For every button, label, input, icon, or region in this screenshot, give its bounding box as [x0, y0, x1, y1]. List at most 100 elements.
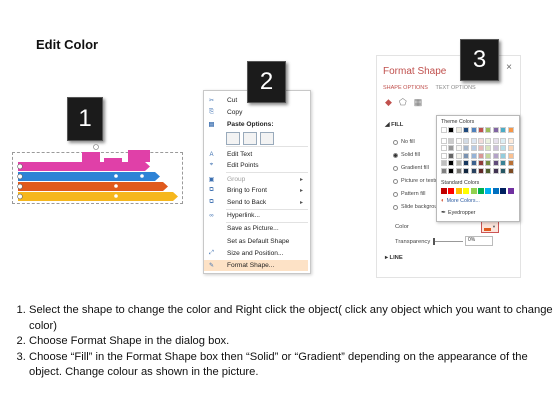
theme-color-swatch[interactable] [441, 127, 447, 133]
standard-color-swatch[interactable] [441, 188, 447, 194]
theme-color-swatch[interactable] [441, 152, 447, 159]
radio-button[interactable] [393, 178, 398, 184]
theme-color-swatch[interactable] [448, 167, 455, 174]
theme-color-swatch[interactable] [478, 137, 484, 144]
theme-color-swatch[interactable] [500, 137, 507, 144]
theme-color-swatch[interactable] [478, 127, 484, 133]
theme-color-swatch[interactable] [448, 145, 455, 151]
rotation-handle[interactable] [93, 144, 99, 150]
theme-color-swatch[interactable] [500, 127, 507, 133]
theme-color-swatch[interactable] [463, 160, 470, 166]
theme-color-swatch[interactable] [470, 152, 477, 159]
standard-color-swatch[interactable] [463, 188, 470, 194]
transparency-input[interactable]: 0% [465, 236, 493, 246]
theme-color-swatch[interactable] [455, 167, 462, 174]
theme-color-swatch[interactable] [492, 167, 499, 174]
radio-button[interactable] [393, 139, 398, 145]
menu-item-edit-text[interactable]: A Edit Text [204, 149, 308, 160]
selection-handle[interactable] [17, 163, 23, 170]
adjust-handle[interactable] [140, 174, 144, 178]
theme-color-swatch[interactable] [485, 145, 492, 151]
arrow-orange[interactable] [18, 182, 168, 191]
paste-text-only-button[interactable] [260, 132, 274, 145]
arrow-yellow[interactable] [18, 192, 178, 201]
theme-color-swatch[interactable] [441, 137, 447, 144]
theme-color-swatch[interactable] [463, 137, 470, 144]
close-icon[interactable]: × [506, 62, 512, 73]
standard-color-swatch[interactable] [500, 188, 507, 194]
arrow-tab-segment[interactable] [128, 150, 150, 162]
standard-color-swatch[interactable] [492, 188, 499, 194]
menu-item-group[interactable]: ▣ Group ▸ [204, 174, 308, 185]
theme-color-swatch[interactable] [478, 145, 484, 151]
theme-color-swatch[interactable] [463, 167, 470, 174]
tab-shape-options[interactable]: SHAPE OPTIONS [383, 85, 428, 91]
theme-color-swatch[interactable] [500, 145, 507, 151]
radio-button-selected[interactable] [393, 152, 398, 158]
menu-item-hyperlink[interactable]: ∞ Hyperlink... [204, 210, 308, 221]
menu-item-size-position[interactable]: ⤢ Size and Position... [204, 248, 308, 259]
theme-color-swatch[interactable] [448, 152, 455, 159]
theme-color-swatch[interactable] [470, 167, 477, 174]
selection-handle[interactable] [17, 173, 23, 180]
theme-color-swatch[interactable] [455, 160, 462, 166]
adjust-handle[interactable] [114, 194, 118, 198]
fill-option-pattern-fill[interactable]: Pattern fill [393, 191, 425, 197]
standard-color-swatch[interactable] [507, 188, 514, 194]
theme-color-swatch[interactable] [478, 160, 484, 166]
theme-color-swatch[interactable] [485, 137, 492, 144]
standard-color-swatch[interactable] [485, 188, 492, 194]
theme-color-swatch[interactable] [492, 127, 499, 133]
radio-button[interactable] [393, 165, 398, 171]
theme-color-swatch[interactable] [507, 127, 514, 133]
fill-option-picture-fill[interactable]: Picture or textu [393, 178, 438, 184]
transparency-slider[interactable] [433, 238, 463, 245]
theme-color-swatch[interactable] [492, 152, 499, 159]
theme-color-swatch[interactable] [463, 152, 470, 159]
theme-color-swatch[interactable] [455, 127, 462, 133]
standard-color-swatch[interactable] [455, 188, 462, 194]
theme-color-swatch[interactable] [463, 145, 470, 151]
theme-color-swatch[interactable] [448, 137, 455, 144]
radio-button[interactable] [393, 204, 398, 210]
theme-color-swatch[interactable] [470, 137, 477, 144]
theme-color-swatch[interactable] [485, 127, 492, 133]
theme-color-swatch[interactable] [485, 167, 492, 174]
paste-keep-format-button[interactable] [226, 132, 240, 145]
theme-color-swatch[interactable] [492, 160, 499, 166]
fill-option-slide-background[interactable]: Slide backgrou [393, 204, 437, 210]
radio-button[interactable] [393, 191, 398, 197]
standard-color-swatch[interactable] [448, 188, 455, 194]
theme-color-swatch[interactable] [507, 167, 514, 174]
theme-color-swatch[interactable] [441, 160, 447, 166]
theme-color-swatch[interactable] [492, 145, 499, 151]
fill-option-gradient-fill[interactable]: Gradient fill [393, 165, 429, 171]
standard-color-swatch[interactable] [478, 188, 484, 194]
pentagon-icon[interactable]: ⬠ [399, 97, 407, 108]
theme-color-swatch[interactable] [492, 137, 499, 144]
arrow-blue[interactable] [18, 172, 160, 181]
theme-color-swatch[interactable] [470, 160, 477, 166]
adjust-handle[interactable] [114, 174, 118, 178]
paint-bucket-icon[interactable]: ◆ [385, 97, 392, 108]
arrow-shapes-graphic[interactable] [10, 140, 185, 215]
menu-item-save-as-picture[interactable]: Save as Picture... [204, 223, 308, 234]
selection-handle[interactable] [17, 183, 23, 190]
slider-handle[interactable] [433, 238, 435, 245]
theme-color-swatch[interactable] [455, 145, 462, 151]
theme-color-swatch[interactable] [485, 152, 492, 159]
standard-color-swatch[interactable] [470, 188, 477, 194]
theme-color-swatch[interactable] [463, 127, 470, 133]
line-section-header[interactable]: ▸ LINE [385, 255, 403, 261]
theme-color-swatch[interactable] [500, 152, 507, 159]
theme-color-swatch[interactable] [441, 167, 447, 174]
menu-item-copy[interactable]: ⎘ Copy [204, 107, 308, 118]
theme-color-swatch[interactable] [455, 137, 462, 144]
menu-item-edit-points[interactable]: ⌖ Edit Points [204, 160, 308, 171]
tab-text-options[interactable]: TEXT OPTIONS [435, 85, 475, 91]
theme-color-swatch[interactable] [478, 167, 484, 174]
theme-color-swatch[interactable] [448, 160, 455, 166]
theme-color-swatch[interactable] [507, 152, 514, 159]
menu-item-send-to-back[interactable]: ⧉ Send to Back ▸ [204, 197, 308, 208]
adjust-handle[interactable] [114, 184, 118, 188]
